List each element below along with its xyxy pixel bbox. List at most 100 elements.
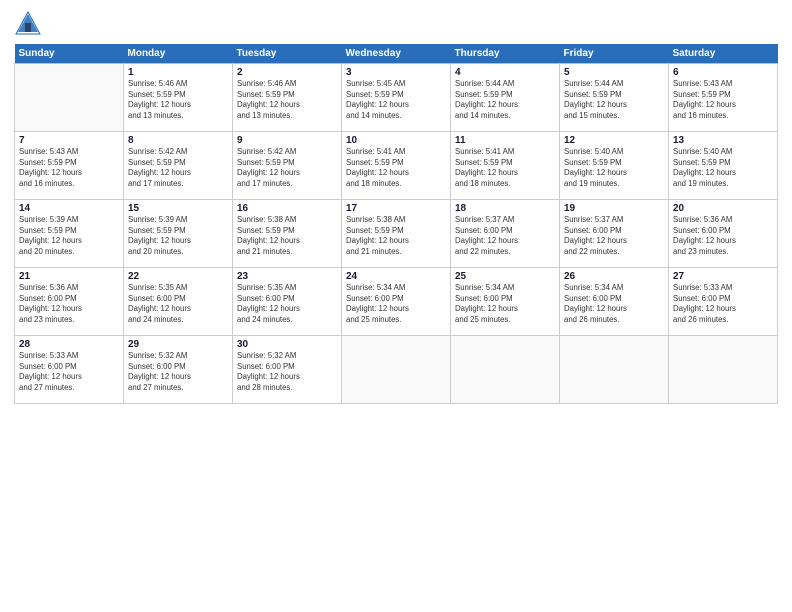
day-info: Sunrise: 5:40 AM Sunset: 5:59 PM Dayligh… [564,147,664,189]
day-info: Sunrise: 5:46 AM Sunset: 5:59 PM Dayligh… [237,79,337,121]
calendar-cell: 3Sunrise: 5:45 AM Sunset: 5:59 PM Daylig… [342,64,451,132]
day-number: 23 [237,271,337,282]
day-number: 2 [237,67,337,78]
calendar-cell [560,336,669,404]
calendar-table: SundayMondayTuesdayWednesdayThursdayFrid… [14,44,778,404]
day-number: 17 [346,203,446,214]
day-number: 16 [237,203,337,214]
calendar-cell: 1Sunrise: 5:46 AM Sunset: 5:59 PM Daylig… [124,64,233,132]
calendar-cell: 22Sunrise: 5:35 AM Sunset: 6:00 PM Dayli… [124,268,233,336]
day-number: 30 [237,339,337,350]
day-number: 18 [455,203,555,214]
week-row-2: 14Sunrise: 5:39 AM Sunset: 5:59 PM Dayli… [15,200,778,268]
weekday-header-monday: Monday [124,44,233,64]
calendar-cell: 14Sunrise: 5:39 AM Sunset: 5:59 PM Dayli… [15,200,124,268]
day-info: Sunrise: 5:43 AM Sunset: 5:59 PM Dayligh… [19,147,119,189]
logo [14,10,44,38]
day-info: Sunrise: 5:36 AM Sunset: 6:00 PM Dayligh… [673,215,773,257]
calendar-cell: 9Sunrise: 5:42 AM Sunset: 5:59 PM Daylig… [233,132,342,200]
weekday-header-tuesday: Tuesday [233,44,342,64]
day-info: Sunrise: 5:33 AM Sunset: 6:00 PM Dayligh… [673,283,773,325]
calendar-cell: 7Sunrise: 5:43 AM Sunset: 5:59 PM Daylig… [15,132,124,200]
day-number: 6 [673,67,773,78]
calendar-cell: 16Sunrise: 5:38 AM Sunset: 5:59 PM Dayli… [233,200,342,268]
day-info: Sunrise: 5:42 AM Sunset: 5:59 PM Dayligh… [128,147,228,189]
day-number: 14 [19,203,119,214]
day-info: Sunrise: 5:41 AM Sunset: 5:59 PM Dayligh… [455,147,555,189]
day-number: 28 [19,339,119,350]
day-info: Sunrise: 5:42 AM Sunset: 5:59 PM Dayligh… [237,147,337,189]
calendar-cell: 2Sunrise: 5:46 AM Sunset: 5:59 PM Daylig… [233,64,342,132]
calendar-cell: 23Sunrise: 5:35 AM Sunset: 6:00 PM Dayli… [233,268,342,336]
calendar-cell: 21Sunrise: 5:36 AM Sunset: 6:00 PM Dayli… [15,268,124,336]
day-number: 11 [455,135,555,146]
calendar-cell: 17Sunrise: 5:38 AM Sunset: 5:59 PM Dayli… [342,200,451,268]
day-info: Sunrise: 5:35 AM Sunset: 6:00 PM Dayligh… [128,283,228,325]
calendar-cell: 5Sunrise: 5:44 AM Sunset: 5:59 PM Daylig… [560,64,669,132]
day-info: Sunrise: 5:37 AM Sunset: 6:00 PM Dayligh… [564,215,664,257]
day-number: 25 [455,271,555,282]
day-info: Sunrise: 5:40 AM Sunset: 5:59 PM Dayligh… [673,147,773,189]
weekday-header-wednesday: Wednesday [342,44,451,64]
day-number: 8 [128,135,228,146]
calendar-cell: 11Sunrise: 5:41 AM Sunset: 5:59 PM Dayli… [451,132,560,200]
day-number: 13 [673,135,773,146]
day-info: Sunrise: 5:45 AM Sunset: 5:59 PM Dayligh… [346,79,446,121]
calendar-cell: 8Sunrise: 5:42 AM Sunset: 5:59 PM Daylig… [124,132,233,200]
calendar-cell: 27Sunrise: 5:33 AM Sunset: 6:00 PM Dayli… [669,268,778,336]
calendar-cell: 15Sunrise: 5:39 AM Sunset: 5:59 PM Dayli… [124,200,233,268]
day-number: 29 [128,339,228,350]
page: SundayMondayTuesdayWednesdayThursdayFrid… [0,0,792,612]
weekday-header-friday: Friday [560,44,669,64]
day-number: 21 [19,271,119,282]
calendar-cell: 18Sunrise: 5:37 AM Sunset: 6:00 PM Dayli… [451,200,560,268]
calendar-cell: 24Sunrise: 5:34 AM Sunset: 6:00 PM Dayli… [342,268,451,336]
day-info: Sunrise: 5:35 AM Sunset: 6:00 PM Dayligh… [237,283,337,325]
calendar-cell: 26Sunrise: 5:34 AM Sunset: 6:00 PM Dayli… [560,268,669,336]
calendar-cell: 12Sunrise: 5:40 AM Sunset: 5:59 PM Dayli… [560,132,669,200]
day-info: Sunrise: 5:36 AM Sunset: 6:00 PM Dayligh… [19,283,119,325]
day-number: 15 [128,203,228,214]
calendar-cell: 4Sunrise: 5:44 AM Sunset: 5:59 PM Daylig… [451,64,560,132]
day-info: Sunrise: 5:32 AM Sunset: 6:00 PM Dayligh… [237,351,337,393]
day-number: 1 [128,67,228,78]
day-info: Sunrise: 5:34 AM Sunset: 6:00 PM Dayligh… [346,283,446,325]
week-row-0: 1Sunrise: 5:46 AM Sunset: 5:59 PM Daylig… [15,64,778,132]
calendar-cell: 13Sunrise: 5:40 AM Sunset: 5:59 PM Dayli… [669,132,778,200]
calendar-cell: 29Sunrise: 5:32 AM Sunset: 6:00 PM Dayli… [124,336,233,404]
weekday-header-saturday: Saturday [669,44,778,64]
day-info: Sunrise: 5:44 AM Sunset: 5:59 PM Dayligh… [455,79,555,121]
weekday-header-sunday: Sunday [15,44,124,64]
day-info: Sunrise: 5:34 AM Sunset: 6:00 PM Dayligh… [564,283,664,325]
day-number: 20 [673,203,773,214]
day-number: 10 [346,135,446,146]
calendar-cell [669,336,778,404]
calendar-cell: 25Sunrise: 5:34 AM Sunset: 6:00 PM Dayli… [451,268,560,336]
calendar-cell: 6Sunrise: 5:43 AM Sunset: 5:59 PM Daylig… [669,64,778,132]
day-info: Sunrise: 5:39 AM Sunset: 5:59 PM Dayligh… [128,215,228,257]
weekday-header-row: SundayMondayTuesdayWednesdayThursdayFrid… [15,44,778,64]
day-number: 12 [564,135,664,146]
day-number: 9 [237,135,337,146]
day-number: 26 [564,271,664,282]
day-number: 5 [564,67,664,78]
day-info: Sunrise: 5:38 AM Sunset: 5:59 PM Dayligh… [237,215,337,257]
day-info: Sunrise: 5:33 AM Sunset: 6:00 PM Dayligh… [19,351,119,393]
day-number: 24 [346,271,446,282]
day-info: Sunrise: 5:39 AM Sunset: 5:59 PM Dayligh… [19,215,119,257]
calendar-cell [451,336,560,404]
calendar-cell [342,336,451,404]
day-info: Sunrise: 5:34 AM Sunset: 6:00 PM Dayligh… [455,283,555,325]
calendar-cell: 28Sunrise: 5:33 AM Sunset: 6:00 PM Dayli… [15,336,124,404]
logo-icon [14,10,42,38]
calendar-cell [15,64,124,132]
day-number: 7 [19,135,119,146]
day-info: Sunrise: 5:41 AM Sunset: 5:59 PM Dayligh… [346,147,446,189]
week-row-4: 28Sunrise: 5:33 AM Sunset: 6:00 PM Dayli… [15,336,778,404]
week-row-3: 21Sunrise: 5:36 AM Sunset: 6:00 PM Dayli… [15,268,778,336]
day-number: 19 [564,203,664,214]
calendar-cell: 30Sunrise: 5:32 AM Sunset: 6:00 PM Dayli… [233,336,342,404]
day-number: 27 [673,271,773,282]
week-row-1: 7Sunrise: 5:43 AM Sunset: 5:59 PM Daylig… [15,132,778,200]
day-info: Sunrise: 5:46 AM Sunset: 5:59 PM Dayligh… [128,79,228,121]
